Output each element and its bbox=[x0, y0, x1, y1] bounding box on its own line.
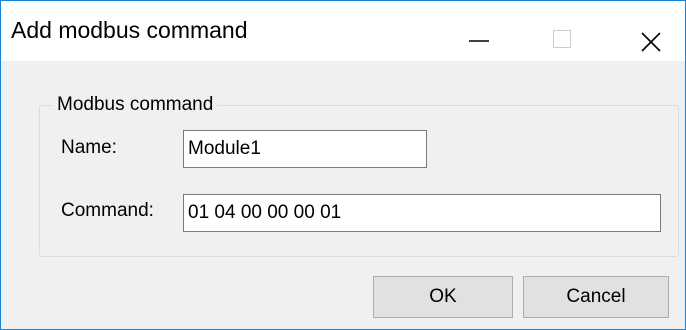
close-icon bbox=[641, 32, 661, 52]
minimize-button[interactable] bbox=[425, 1, 517, 61]
dialog-window: Add modbus command Modbus command Name: … bbox=[0, 0, 686, 330]
close-button[interactable] bbox=[609, 1, 685, 61]
title-bar[interactable]: Add modbus command bbox=[1, 1, 685, 61]
command-input[interactable] bbox=[183, 194, 661, 232]
command-label: Command: bbox=[61, 200, 154, 221]
maximize-button[interactable] bbox=[517, 1, 609, 61]
groupbox-legend: Modbus command bbox=[53, 94, 218, 116]
name-label: Name: bbox=[61, 137, 117, 158]
modbus-command-groupbox bbox=[39, 105, 679, 257]
name-input[interactable] bbox=[183, 130, 427, 168]
window-title: Add modbus command bbox=[11, 17, 248, 43]
cancel-button[interactable]: Cancel bbox=[523, 276, 669, 318]
minimize-icon bbox=[469, 40, 489, 42]
maximize-icon bbox=[553, 30, 571, 48]
ok-button[interactable]: OK bbox=[373, 276, 513, 318]
